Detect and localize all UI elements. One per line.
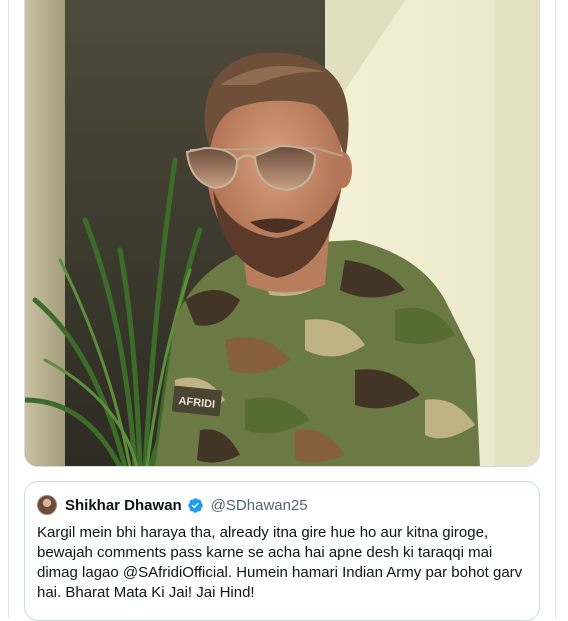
quoted-tweet[interactable]: Shikhar Dhawan @SDhawan25 Kargil mein bh… [24, 481, 540, 621]
photo-man-in-camouflage-shirt: AFRIDI [25, 0, 539, 466]
quoted-tweet-header: Shikhar Dhawan @SDhawan25 [37, 494, 308, 516]
verified-badge-icon [187, 497, 203, 513]
author-avatar[interactable] [37, 495, 57, 515]
author-handle[interactable]: @SDhawan25 [211, 497, 308, 514]
name-tag: AFRIDI [171, 385, 223, 417]
tweet-media-photo[interactable]: AFRIDI [24, 0, 540, 467]
author-name[interactable]: Shikhar Dhawan [65, 497, 182, 514]
quoted-tweet-text: Kargil mein bhi haraya tha, already itna… [37, 524, 523, 601]
